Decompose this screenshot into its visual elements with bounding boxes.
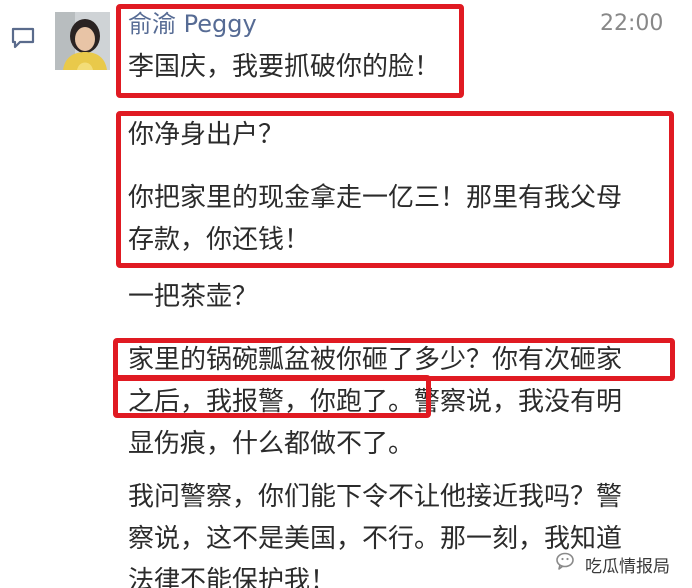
timestamp: 22:00 — [600, 11, 664, 36]
author-name[interactable]: 俞渝 Peggy — [128, 9, 257, 39]
text-line: 家里的锅碗瓢盆被你砸了多少？你有次砸家 — [128, 345, 623, 375]
text-line: 你净身出户？ — [128, 120, 285, 150]
comment-paragraph: 你净身出户？ — [128, 114, 284, 156]
text-line: 一把茶壶？ — [128, 282, 259, 312]
comment-paragraph: 你把家里的现金拿走一亿三！那里有我父母 存款，你还钱！ — [128, 177, 622, 261]
text-line: 察说，这不是美国，不行。那一刻，我知道 — [128, 524, 623, 554]
comment-paragraph: 李国庆，我要抓破你的脸！ — [128, 46, 440, 88]
watermark-text: 吃瓜情报局 — [585, 556, 670, 577]
avatar[interactable] — [55, 12, 110, 70]
text-line: 之后，我报警，你跑了。警察说，我没有明 — [128, 387, 623, 417]
comment-icon[interactable] — [11, 27, 35, 49]
text-line: 存款，你还钱！ — [128, 225, 311, 255]
comment-paragraph: 我问警察，你们能下令不让他接近我吗？警 察说，这不是美国，不行。那一刻，我知道 … — [128, 476, 622, 588]
text-line: 显伤痕，什么都做不了。 — [128, 429, 415, 459]
wechat-logo-icon — [555, 550, 579, 579]
text-line: 我问警察，你们能下令不让他接近我吗？警 — [128, 482, 623, 512]
comment-paragraph: 一把茶壶？ — [128, 276, 258, 318]
text-line: 你把家里的现金拿走一亿三！那里有我父母 — [128, 183, 623, 213]
text-line: 李国庆，我要抓破你的脸！ — [128, 52, 441, 82]
watermark: 吃瓜情报局 — [555, 548, 670, 580]
comment-paragraph: 家里的锅碗瓢盆被你砸了多少？你有次砸家 之后，我报警，你跑了。警察说，我没有明 … — [128, 339, 622, 465]
text-line: 法律不能保护我！ — [128, 566, 337, 588]
